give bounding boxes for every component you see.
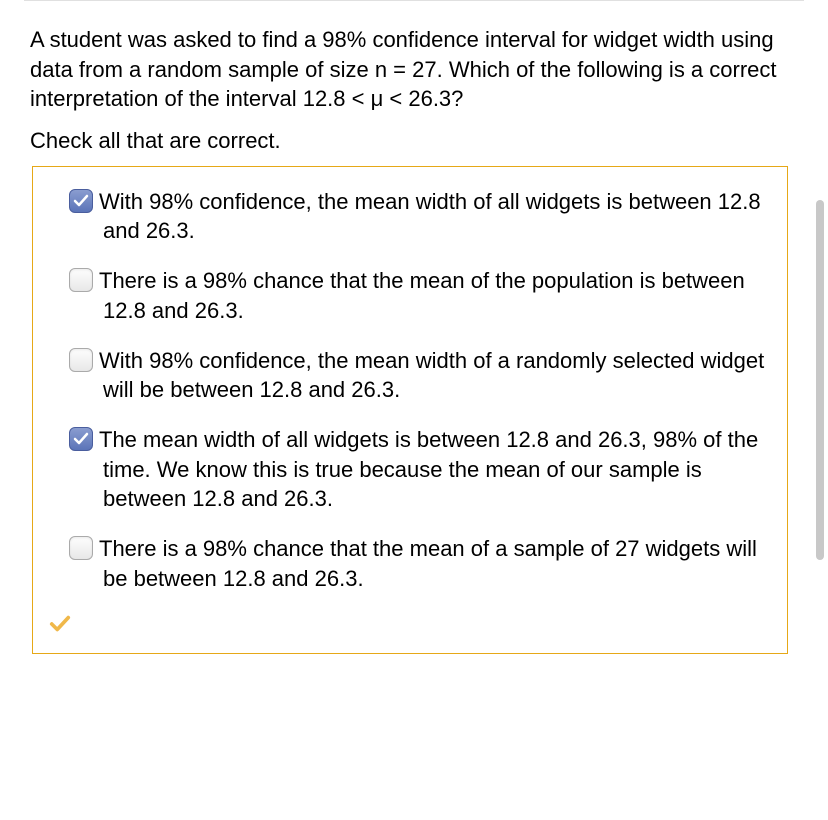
question-block: A student was asked to find a 98% confid… <box>0 1 828 662</box>
instruction-text: Check all that are correct. <box>30 126 800 156</box>
option-5-text: There is a 98% chance that the mean of a… <box>99 536 757 591</box>
correct-check-icon <box>49 613 71 635</box>
check-icon <box>73 431 89 447</box>
question-text: A student was asked to find a 98% confid… <box>30 25 800 114</box>
option-1: With 98% confidence, the mean width of a… <box>69 187 775 246</box>
option-2-text: There is a 98% chance that the mean of t… <box>99 268 745 323</box>
checkbox-4[interactable] <box>69 427 93 451</box>
scrollbar-thumb[interactable] <box>816 200 824 560</box>
checkbox-3[interactable] <box>69 348 93 372</box>
checkbox-5[interactable] <box>69 536 93 560</box>
option-2: There is a 98% chance that the mean of t… <box>69 266 775 325</box>
correct-mark <box>49 613 775 641</box>
options-container: With 98% confidence, the mean width of a… <box>32 166 788 655</box>
option-4-text: The mean width of all widgets is between… <box>99 427 758 511</box>
checkbox-2[interactable] <box>69 268 93 292</box>
checkbox-1[interactable] <box>69 189 93 213</box>
option-1-text: With 98% confidence, the mean width of a… <box>99 189 761 244</box>
option-4: The mean width of all widgets is between… <box>69 425 775 514</box>
option-3-text: With 98% confidence, the mean width of a… <box>99 348 764 403</box>
option-5: There is a 98% chance that the mean of a… <box>69 534 775 593</box>
check-icon <box>73 193 89 209</box>
option-3: With 98% confidence, the mean width of a… <box>69 346 775 405</box>
